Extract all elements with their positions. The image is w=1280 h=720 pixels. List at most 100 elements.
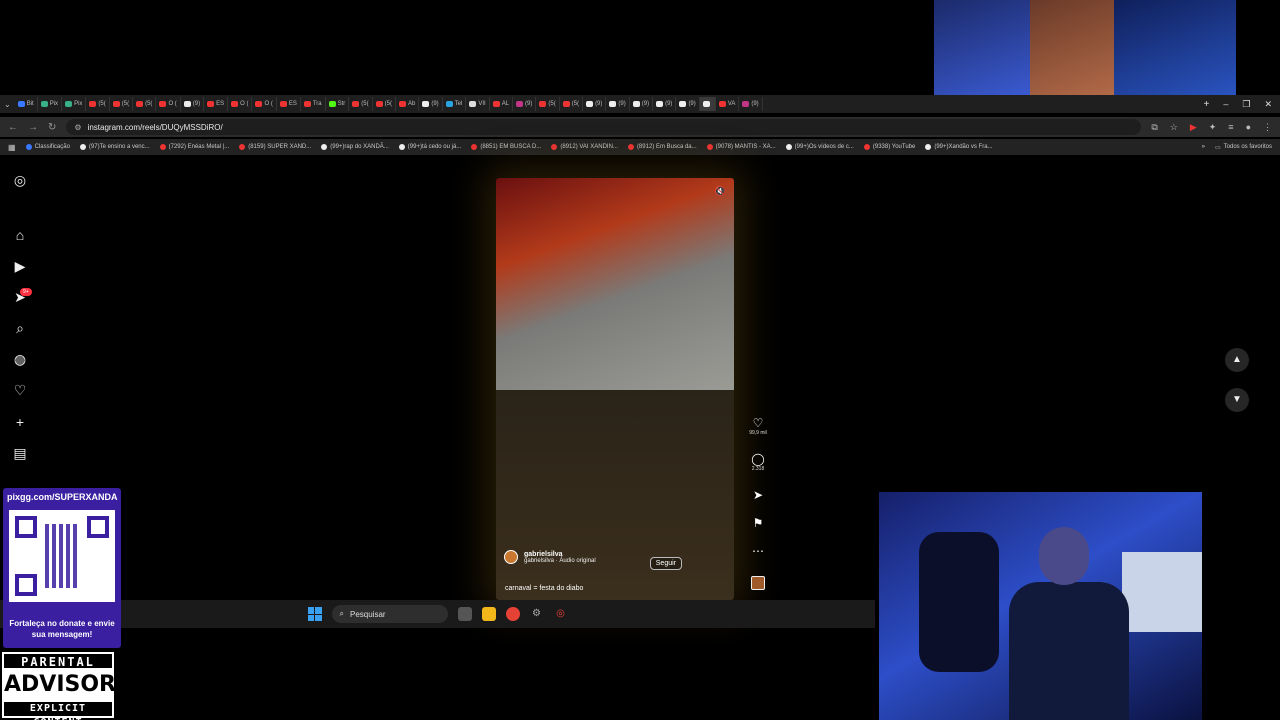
- instagram-logo-icon[interactable]: ◎: [12, 172, 28, 188]
- bookmarks-overflow-icon[interactable]: »: [1202, 144, 1205, 150]
- browser-tab[interactable]: (5(: [560, 97, 584, 111]
- bookmark-star-icon[interactable]: ☆: [1170, 122, 1178, 133]
- audio-label[interactable]: gabrielsilva · Áudio original: [524, 558, 596, 564]
- reels-icon[interactable]: ▶: [12, 258, 28, 274]
- maximize-button[interactable]: ❐: [1242, 99, 1250, 110]
- browser-tab[interactable]: (5(: [536, 97, 560, 111]
- taskbar-search[interactable]: ⌕ Pesquisar: [331, 605, 448, 623]
- browser-tab[interactable]: Tel: [443, 97, 467, 111]
- menu-kebab-icon[interactable]: ⋮: [1263, 122, 1272, 133]
- browser-tab[interactable]: ES: [277, 97, 301, 111]
- address-bar[interactable]: ⚙ instagram.com/reels/DUQyMSSDiRO/: [66, 119, 1142, 135]
- browser-tab[interactable]: ES: [204, 97, 229, 111]
- browser-tab[interactable]: VII: [466, 97, 490, 111]
- browser-tab[interactable]: AL: [490, 97, 514, 111]
- save-action[interactable]: ⚑: [744, 516, 772, 530]
- browser-tab[interactable]: (5(: [349, 97, 373, 111]
- extensions-icon[interactable]: ✦: [1209, 122, 1217, 133]
- bookmark-item[interactable]: (99+)Xandão vs Fra...: [925, 144, 993, 150]
- browser-tab[interactable]: (9): [630, 97, 654, 111]
- browser-tab[interactable]: (9): [583, 97, 607, 111]
- browser-tab[interactable]: (5(: [133, 97, 157, 111]
- minimize-button[interactable]: –: [1223, 99, 1228, 110]
- browser-tab[interactable]: Pix: [62, 97, 87, 111]
- media-icon[interactable]: ≡: [1228, 122, 1233, 133]
- author-avatar[interactable]: [504, 550, 518, 564]
- browser-tab[interactable]: (9): [739, 97, 763, 111]
- new-tab-button[interactable]: +: [1198, 99, 1216, 110]
- windows-start-icon[interactable]: [307, 607, 322, 621]
- browser-tab[interactable]: Pix: [38, 97, 63, 111]
- bookmark-item[interactable]: (97)Te ensino a venc...: [79, 144, 150, 150]
- bookmark-item[interactable]: (8851) EM BUSCA D...: [471, 144, 541, 150]
- create-plus-icon[interactable]: +: [12, 414, 28, 430]
- bookmark-icon[interactable]: ⚑: [744, 516, 772, 530]
- share-action[interactable]: ➤: [744, 488, 772, 502]
- browser-tab[interactable]: Bit: [15, 97, 38, 111]
- task-view-icon[interactable]: [457, 607, 472, 621]
- browser-tab[interactable]: Str: [326, 97, 350, 111]
- browser-tab[interactable]: (9): [513, 97, 537, 111]
- comment-icon[interactable]: ◯: [744, 452, 772, 466]
- browser-tab[interactable]: (9): [676, 97, 700, 111]
- browser-tab[interactable]: (5(: [86, 97, 110, 111]
- reload-icon[interactable]: ↻: [48, 122, 56, 133]
- bookmark-item[interactable]: (8912) Em Busca da...: [627, 144, 697, 150]
- browser-tab[interactable]: (9): [181, 97, 205, 111]
- close-window-button[interactable]: ✕: [1264, 99, 1272, 110]
- chrome-icon[interactable]: [505, 607, 520, 621]
- search-icon[interactable]: ⌕: [12, 320, 28, 336]
- bookmark-item[interactable]: (8159) SUPER XAND...: [239, 144, 311, 150]
- author-username[interactable]: gabrielsilva: [524, 551, 596, 558]
- home-icon[interactable]: ⌂: [12, 227, 28, 243]
- app-icon[interactable]: ◎: [554, 607, 568, 621]
- heart-icon[interactable]: ♡: [744, 416, 772, 430]
- forward-icon[interactable]: →: [28, 122, 38, 133]
- share-icon[interactable]: ➤: [744, 488, 772, 502]
- explore-icon[interactable]: ◍: [12, 351, 28, 367]
- all-favorites-folder[interactable]: ▭ Todos os favoritos: [1215, 144, 1272, 151]
- reel-video[interactable]: 🔇 gabrielsilva gabrielsilva · Áudio orig…: [496, 178, 734, 600]
- bookmark-item[interactable]: (9338) YouTube: [863, 144, 915, 150]
- bookmark-item[interactable]: Classificação: [25, 144, 70, 150]
- tab-list-chevron-icon[interactable]: ⌄: [0, 100, 15, 109]
- previous-reel-button[interactable]: ▲: [1225, 348, 1249, 372]
- browser-tab[interactable]: (5(: [373, 97, 396, 111]
- site-info-icon[interactable]: ⚙: [74, 123, 81, 132]
- browser-tab[interactable]: O (: [252, 97, 277, 111]
- browser-tab[interactable]: O (: [156, 97, 181, 111]
- apps-grid-icon[interactable]: ▦: [8, 143, 16, 152]
- audio-thumbnail[interactable]: [751, 576, 765, 590]
- browser-tab[interactable]: O (: [228, 97, 253, 111]
- bookmark-item[interactable]: (8912) VAI XANDIN...: [551, 144, 618, 150]
- notifications-heart-icon[interactable]: ♡: [12, 382, 28, 398]
- more-options[interactable]: ⋯: [744, 544, 772, 558]
- browser-tab[interactable]: (9): [606, 97, 630, 111]
- bookmark-item[interactable]: (99+)Os vídeos de c...: [785, 144, 854, 150]
- profile-avatar-icon[interactable]: ●: [1246, 122, 1251, 133]
- file-explorer-icon[interactable]: [481, 607, 496, 621]
- install-app-icon[interactable]: ⧉: [1151, 122, 1157, 133]
- browser-tab[interactable]: Ab: [396, 97, 420, 111]
- browser-tab[interactable]: Tra: [301, 97, 326, 111]
- browser-tab[interactable]: (9): [419, 97, 443, 111]
- more-icon[interactable]: ⋯: [744, 544, 772, 558]
- browser-tab[interactable]: [699, 97, 716, 111]
- browser-tab[interactable]: VA: [716, 97, 740, 111]
- bookmark-item[interactable]: (99+)tá cedo ou já...: [398, 144, 461, 150]
- mute-icon[interactable]: 🔇: [715, 186, 726, 197]
- follow-button[interactable]: Seguir: [649, 557, 682, 570]
- like-action[interactable]: ♡ 99,9 mil: [744, 416, 772, 436]
- comment-action[interactable]: ◯ 2.318: [744, 452, 772, 472]
- bookmark-item[interactable]: (7292) Enéas Metal |...: [159, 144, 229, 150]
- back-icon[interactable]: ←: [8, 122, 18, 133]
- dashboard-icon[interactable]: ▤: [12, 445, 28, 461]
- browser-tab[interactable]: (5(: [110, 97, 134, 111]
- tab-label: Pix: [49, 101, 59, 107]
- next-reel-button[interactable]: ▼: [1225, 388, 1249, 412]
- youtube-extension-icon[interactable]: ▶: [1190, 122, 1197, 133]
- bookmark-item[interactable]: (99+)rap do XANDÃ...: [321, 144, 389, 150]
- bookmark-item[interactable]: (9078) MANTIS - XA...: [706, 144, 776, 150]
- settings-gear-icon[interactable]: ⚙: [530, 607, 544, 621]
- browser-tab[interactable]: (9): [653, 97, 677, 111]
